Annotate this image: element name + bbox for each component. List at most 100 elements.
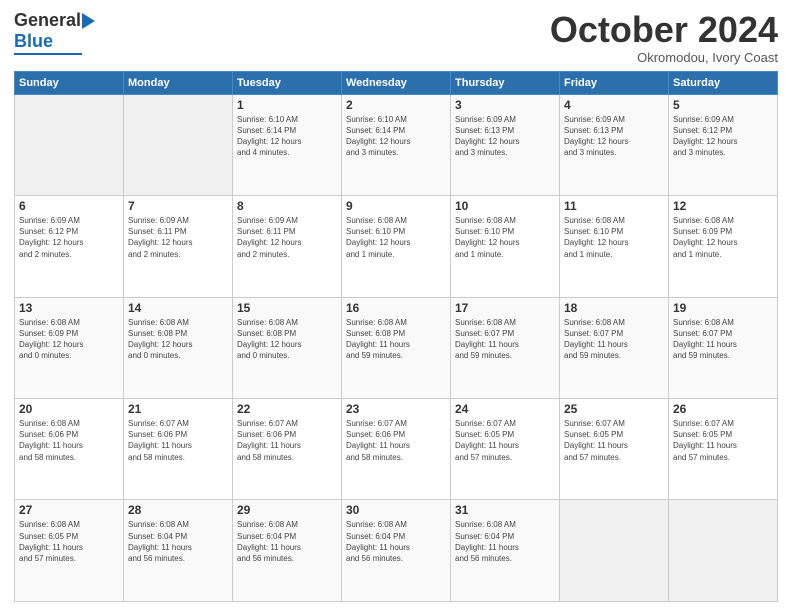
day-info: Sunrise: 6:09 AM Sunset: 6:11 PM Dayligh… — [237, 215, 337, 260]
day-number: 9 — [346, 199, 446, 213]
day-number: 31 — [455, 503, 555, 517]
day-number: 11 — [564, 199, 664, 213]
calendar-cell: 31 Sunrise: 6:08 AM Sunset: 6:04 PM Dayli… — [451, 500, 560, 602]
day-number: 30 — [346, 503, 446, 517]
day-info: Sunrise: 6:08 AM Sunset: 6:08 PM Dayligh… — [128, 317, 228, 362]
calendar-cell: 27Sunrise: 6:08 AM Sunset: 6:05 PM Dayli… — [15, 500, 124, 602]
logo-underline — [14, 53, 82, 55]
day-info: Sunrise: 6:08 AM Sunset: 6:07 PM Dayligh… — [564, 317, 664, 362]
logo: General Blue — [14, 10, 95, 55]
day-number: 28 — [128, 503, 228, 517]
calendar-cell: 22Sunrise: 6:07 AM Sunset: 6:06 PM Dayli… — [233, 399, 342, 500]
title-section: October 2024 Okromodou, Ivory Coast — [550, 10, 778, 65]
day-info: Sunrise: 6:09 AM Sunset: 6:12 PM Dayligh… — [673, 114, 773, 159]
day-info: Sunrise: 6:08 AM Sunset: 6:04 PM Dayligh… — [237, 519, 337, 564]
calendar-cell: 17 Sunrise: 6:08 AM Sunset: 6:07 PM Dayli… — [451, 297, 560, 398]
day-info: Sunrise: 6:07 AM Sunset: 6:05 PM Dayligh… — [455, 418, 555, 463]
day-number: 19 — [673, 301, 773, 315]
day-number: 18 — [564, 301, 664, 315]
day-info: Sunrise: 6:08 AM Sunset: 6:08 PM Dayligh… — [346, 317, 446, 362]
calendar-cell: 26 Sunrise: 6:07 AM Sunset: 6:05 PM Dayli… — [669, 399, 778, 500]
calendar-cell: 25 Sunrise: 6:07 AM Sunset: 6:05 PM Dayli… — [560, 399, 669, 500]
day-number: 14 — [128, 301, 228, 315]
day-number: 5 — [673, 98, 773, 112]
day-info: Sunrise: 6:08 AM Sunset: 6:09 PM Dayligh… — [19, 317, 119, 362]
weekday-header-thursday: Thursday — [451, 71, 560, 94]
calendar-cell — [669, 500, 778, 602]
calendar-cell: 2 Sunrise: 6:10 AM Sunset: 6:14 PM Daylig… — [342, 94, 451, 195]
day-info: Sunrise: 6:09 AM Sunset: 6:13 PM Dayligh… — [455, 114, 555, 159]
calendar-cell: 11 Sunrise: 6:08 AM Sunset: 6:10 PM Dayli… — [560, 196, 669, 297]
calendar-cell: 16 Sunrise: 6:08 AM Sunset: 6:08 PM Dayli… — [342, 297, 451, 398]
weekday-header-sunday: Sunday — [15, 71, 124, 94]
calendar-cell: 30 Sunrise: 6:08 AM Sunset: 6:04 PM Dayli… — [342, 500, 451, 602]
day-number: 25 — [564, 402, 664, 416]
day-info: Sunrise: 6:08 AM Sunset: 6:10 PM Dayligh… — [564, 215, 664, 260]
day-info: Sunrise: 6:07 AM Sunset: 6:06 PM Dayligh… — [346, 418, 446, 463]
calendar-cell: 14 Sunrise: 6:08 AM Sunset: 6:08 PM Dayli… — [124, 297, 233, 398]
day-info: Sunrise: 6:08 AM Sunset: 6:09 PM Dayligh… — [673, 215, 773, 260]
calendar-cell — [124, 94, 233, 195]
day-number: 3 — [455, 98, 555, 112]
calendar-cell: 10Sunrise: 6:08 AM Sunset: 6:10 PM Dayli… — [451, 196, 560, 297]
day-number: 2 — [346, 98, 446, 112]
weekday-header-monday: Monday — [124, 71, 233, 94]
calendar-cell: 21Sunrise: 6:07 AM Sunset: 6:06 PM Dayli… — [124, 399, 233, 500]
logo-blue: Blue — [14, 31, 53, 52]
location-title: Okromodou, Ivory Coast — [550, 50, 778, 65]
calendar-cell — [560, 500, 669, 602]
day-info: Sunrise: 6:08 AM Sunset: 6:07 PM Dayligh… — [673, 317, 773, 362]
day-info: Sunrise: 6:08 AM Sunset: 6:04 PM Dayligh… — [455, 519, 555, 564]
day-info: Sunrise: 6:10 AM Sunset: 6:14 PM Dayligh… — [346, 114, 446, 159]
day-info: Sunrise: 6:07 AM Sunset: 6:05 PM Dayligh… — [564, 418, 664, 463]
day-number: 1 — [237, 98, 337, 112]
day-info: Sunrise: 6:08 AM Sunset: 6:10 PM Dayligh… — [455, 215, 555, 260]
calendar-cell: 12 Sunrise: 6:08 AM Sunset: 6:09 PM Dayli… — [669, 196, 778, 297]
month-title: October 2024 — [550, 10, 778, 50]
calendar-cell: 5 Sunrise: 6:09 AM Sunset: 6:12 PM Daylig… — [669, 94, 778, 195]
day-number: 24 — [455, 402, 555, 416]
day-info: Sunrise: 6:08 AM Sunset: 6:04 PM Dayligh… — [128, 519, 228, 564]
day-number: 4 — [564, 98, 664, 112]
day-info: Sunrise: 6:08 AM Sunset: 6:05 PM Dayligh… — [19, 519, 119, 564]
calendar-week-2: 6Sunrise: 6:09 AM Sunset: 6:12 PM Daylig… — [15, 196, 778, 297]
day-number: 8 — [237, 199, 337, 213]
day-info: Sunrise: 6:08 AM Sunset: 6:10 PM Dayligh… — [346, 215, 446, 260]
calendar-cell: 28 Sunrise: 6:08 AM Sunset: 6:04 PM Dayli… — [124, 500, 233, 602]
day-info: Sunrise: 6:08 AM Sunset: 6:06 PM Dayligh… — [19, 418, 119, 463]
calendar-cell: 19 Sunrise: 6:08 AM Sunset: 6:07 PM Dayli… — [669, 297, 778, 398]
calendar-cell: 24 Sunrise: 6:07 AM Sunset: 6:05 PM Dayli… — [451, 399, 560, 500]
day-info: Sunrise: 6:08 AM Sunset: 6:07 PM Dayligh… — [455, 317, 555, 362]
calendar-cell: 9 Sunrise: 6:08 AM Sunset: 6:10 PM Daylig… — [342, 196, 451, 297]
day-info: Sunrise: 6:08 AM Sunset: 6:04 PM Dayligh… — [346, 519, 446, 564]
calendar-cell: 18 Sunrise: 6:08 AM Sunset: 6:07 PM Dayli… — [560, 297, 669, 398]
day-number: 29 — [237, 503, 337, 517]
day-number: 16 — [346, 301, 446, 315]
calendar-cell: 1 Sunrise: 6:10 AM Sunset: 6:14 PM Daylig… — [233, 94, 342, 195]
calendar-cell: 20 Sunrise: 6:08 AM Sunset: 6:06 PM Dayli… — [15, 399, 124, 500]
calendar-cell: 7 Sunrise: 6:09 AM Sunset: 6:11 PM Daylig… — [124, 196, 233, 297]
day-info: Sunrise: 6:10 AM Sunset: 6:14 PM Dayligh… — [237, 114, 337, 159]
day-number: 23 — [346, 402, 446, 416]
day-number: 12 — [673, 199, 773, 213]
page: General Blue October 2024 Okromodou, Ivo… — [0, 0, 792, 612]
day-info: Sunrise: 6:09 AM Sunset: 6:12 PM Dayligh… — [19, 215, 119, 260]
day-number: 26 — [673, 402, 773, 416]
weekday-header-row: SundayMondayTuesdayWednesdayThursdayFrid… — [15, 71, 778, 94]
calendar-week-5: 27Sunrise: 6:08 AM Sunset: 6:05 PM Dayli… — [15, 500, 778, 602]
day-info: Sunrise: 6:07 AM Sunset: 6:06 PM Dayligh… — [128, 418, 228, 463]
day-number: 20 — [19, 402, 119, 416]
calendar-cell: 15Sunrise: 6:08 AM Sunset: 6:08 PM Dayli… — [233, 297, 342, 398]
day-number: 17 — [455, 301, 555, 315]
logo-general: General — [14, 10, 81, 31]
weekday-header-friday: Friday — [560, 71, 669, 94]
calendar-table: SundayMondayTuesdayWednesdayThursdayFrid… — [14, 71, 778, 602]
day-info: Sunrise: 6:08 AM Sunset: 6:08 PM Dayligh… — [237, 317, 337, 362]
day-number: 13 — [19, 301, 119, 315]
weekday-header-saturday: Saturday — [669, 71, 778, 94]
weekday-header-wednesday: Wednesday — [342, 71, 451, 94]
day-info: Sunrise: 6:07 AM Sunset: 6:05 PM Dayligh… — [673, 418, 773, 463]
calendar-cell — [15, 94, 124, 195]
day-info: Sunrise: 6:09 AM Sunset: 6:11 PM Dayligh… — [128, 215, 228, 260]
day-number: 7 — [128, 199, 228, 213]
